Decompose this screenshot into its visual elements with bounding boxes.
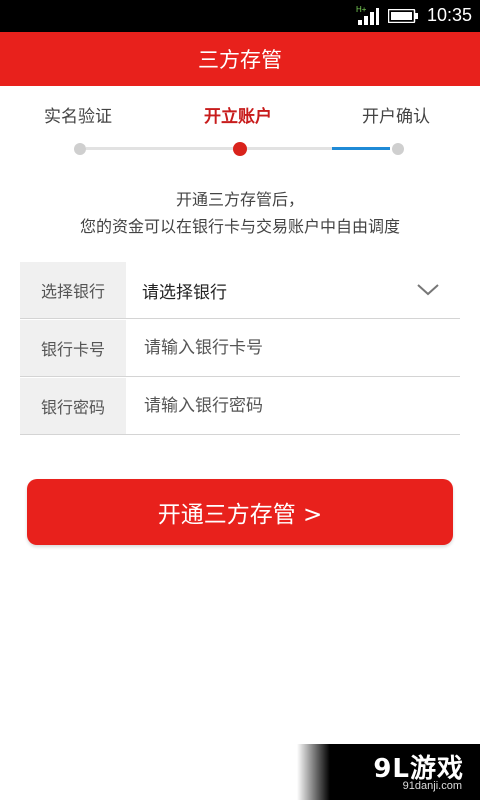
bank-password-row: 银行密码 — [20, 378, 460, 435]
signal-icon: H+ — [356, 5, 379, 25]
signal-tag: H+ — [356, 5, 367, 14]
step-dot-verify — [74, 143, 86, 155]
intro-line: 开通三方存管后， — [175, 190, 304, 209]
bank-password-field-wrap — [126, 378, 460, 434]
watermark: 9L游戏 91danji.com — [297, 744, 480, 800]
bank-select-row[interactable]: 选择银行 请选择银行 — [20, 262, 460, 319]
step-label-confirm: 开户确认 — [362, 107, 430, 127]
watermark-url: 91danji.com — [402, 780, 462, 792]
bank-label: 选择银行 — [20, 262, 126, 318]
step-connector — [86, 147, 234, 150]
card-number-field-wrap — [126, 320, 460, 376]
progress-steps: 实名验证 开立账户 开户确认 — [0, 86, 480, 176]
card-number-row: 银行卡号 — [20, 320, 460, 377]
bank-form: 选择银行 请选择银行 银行卡号 银行密码 — [20, 262, 460, 436]
intro-line: 您的资金可以在银行卡与交易账户中自由调度 — [79, 217, 400, 236]
open-custody-button[interactable]: 开通三方存管 > — [27, 479, 453, 545]
chevron-down-icon[interactable] — [416, 282, 440, 298]
bank-password-label: 银行密码 — [20, 378, 126, 434]
step-connector-highlight — [332, 147, 390, 150]
bank-select-value: 请选择银行 — [142, 282, 227, 303]
clock: 10:35 — [426, 5, 472, 25]
page-title: 三方存管 — [0, 32, 480, 86]
card-number-input[interactable] — [142, 337, 460, 359]
status-bar: H+ 10:35 — [0, 0, 480, 32]
step-label-verify: 实名验证 — [44, 107, 112, 127]
battery-icon — [388, 9, 418, 23]
intro-text: 开通三方存管后， 您的资金可以在银行卡与交易账户中自由调度 — [0, 186, 480, 240]
card-number-label: 银行卡号 — [20, 320, 126, 376]
step-dot-confirm — [392, 143, 404, 155]
bank-select[interactable]: 请选择银行 — [126, 262, 460, 318]
bank-password-input[interactable] — [142, 395, 460, 417]
step-dot-open-account — [233, 142, 247, 156]
step-connector — [246, 147, 332, 150]
step-label-open-account: 开立账户 — [204, 107, 272, 127]
